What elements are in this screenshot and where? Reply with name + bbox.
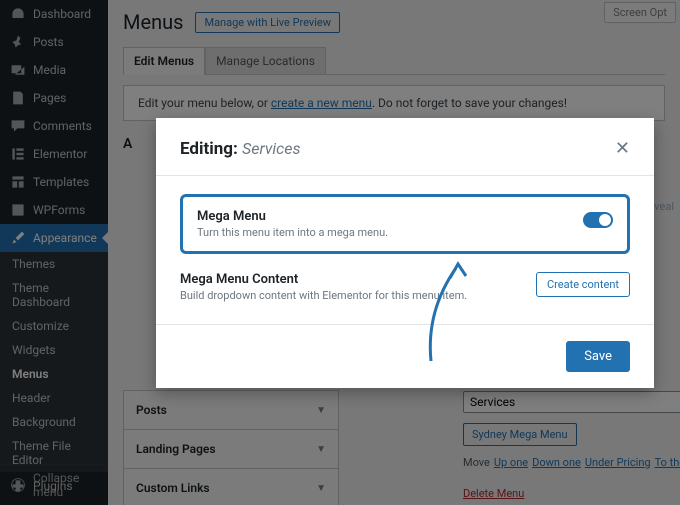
modal-title: Editing: Services	[180, 139, 301, 159]
mega-menu-label: Mega Menu	[197, 209, 388, 224]
save-button[interactable]: Save	[566, 341, 630, 372]
mega-menu-desc: Turn this menu item into a mega menu.	[197, 226, 388, 239]
close-icon[interactable]: ✕	[615, 138, 630, 159]
mega-menu-toggle[interactable]	[583, 212, 613, 228]
mega-menu-modal: Editing: Services ✕ Mega Menu Turn this …	[156, 118, 654, 388]
content-desc: Build dropdown content with Elementor fo…	[180, 289, 467, 302]
mega-menu-toggle-box: Mega Menu Turn this menu item into a meg…	[180, 194, 630, 254]
content-label: Mega Menu Content	[180, 272, 467, 287]
create-content-button[interactable]: Create content	[536, 272, 630, 297]
